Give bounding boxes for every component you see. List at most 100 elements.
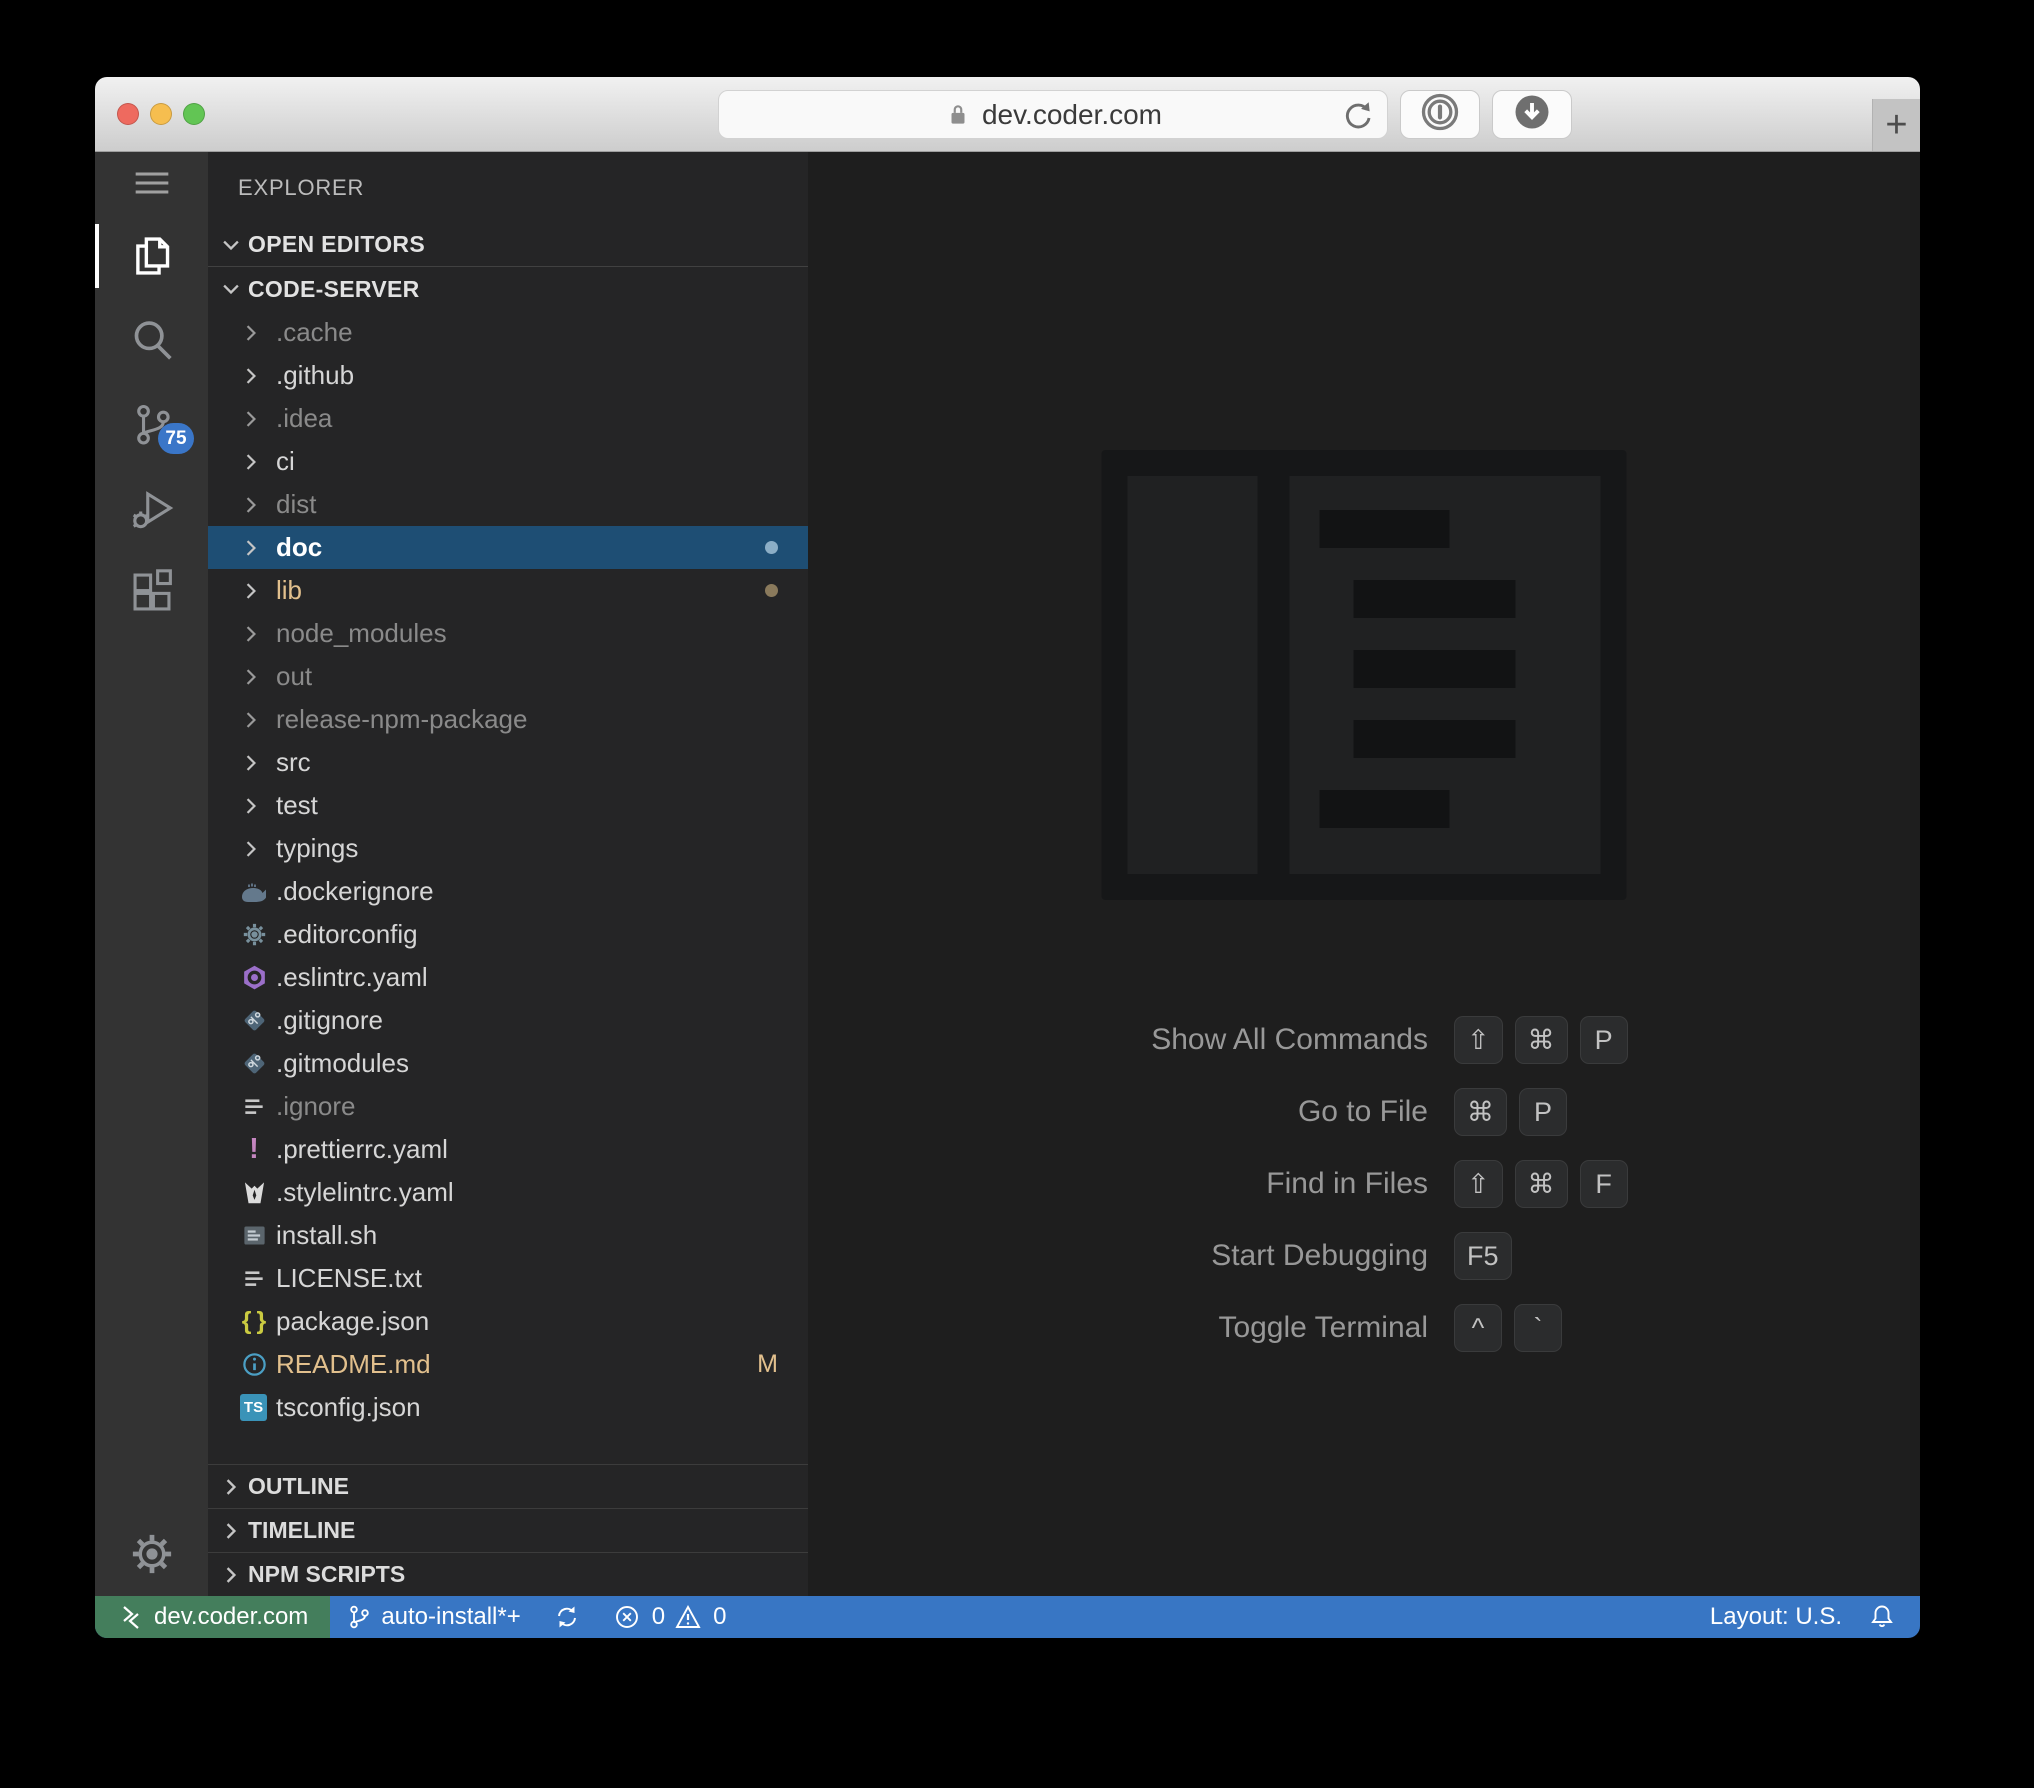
remote-indicator[interactable]: dev.coder.com [95,1596,331,1638]
keyboard-shortcuts-watermark: Show All Commands ⇧ ⌘ P Go to File ⌘ P F… [808,1012,1920,1356]
tree-item-folder[interactable]: release-npm-package [208,698,808,741]
branch-icon [350,1605,370,1629]
warning-icon [675,1605,701,1628]
vscode-workbench: 75 EXPLORER OPEN EDITORS CODE-SERVER .ca… [95,152,1920,1596]
reload-icon[interactable] [1341,98,1375,132]
key-f: F [1579,1160,1628,1208]
bell-icon[interactable] [1868,1602,1896,1632]
onepassword-extension-button[interactable] [1400,90,1480,139]
eslint-icon [240,964,268,992]
sidebar-item-extensions[interactable] [95,550,208,634]
key-shift: ⇧ [1454,1016,1503,1064]
git-icon [240,1007,268,1035]
tree-item-file[interactable]: .gitignore [208,999,808,1042]
modified-dot-badge [765,541,778,554]
pane-npm-scripts[interactable]: NPM SCRIPTS [208,1552,808,1596]
tree-item-file[interactable]: ! .prettierrc.yaml [208,1128,808,1171]
tree-item-folder[interactable]: node_modules [208,612,808,655]
tree-item-folder[interactable]: .github [208,354,808,397]
tree-item-file[interactable]: .stylelintrc.yaml [208,1171,808,1214]
watermark-editor-shape [1289,476,1601,874]
json-braces-icon: { } [241,1307,267,1335]
tree-item-file[interactable]: { } package.json [208,1300,808,1343]
menu-icon [135,172,168,194]
tree-item-file[interactable]: .eslintrc.yaml [208,956,808,999]
key-backtick: ` [1514,1304,1562,1352]
tree-item-folder[interactable]: src [208,741,808,784]
shortcut-row: Start Debugging F5 [808,1228,1920,1284]
tree-item-folder[interactable]: dist [208,483,808,526]
zoom-window-button[interactable] [183,103,205,125]
key-cmd: ⌘ [1454,1088,1507,1136]
chevron-down-icon [223,284,239,295]
tree-item-file[interactable]: LICENSE.txt [208,1257,808,1300]
tree-item-file[interactable]: README.md M [208,1343,808,1386]
editor-area: Show All Commands ⇧ ⌘ P Go to File ⌘ P F… [808,152,1920,1596]
screenshot: dev.coder.com + 75 EXPLORER OPEN EDITORS… [0,0,2034,1788]
sync-button[interactable] [537,1596,597,1638]
tree-item-folder[interactable]: test [208,784,808,827]
minimize-window-button[interactable] [150,103,172,125]
chevron-right-icon [240,838,276,860]
tree-item-folder[interactable]: typings [208,827,808,870]
sidebar-item-explorer[interactable] [95,214,208,298]
error-icon [615,1606,638,1628]
pane-timeline[interactable]: TIMELINE [208,1508,808,1552]
sidebar-item-search[interactable] [95,298,208,382]
new-tab-button[interactable]: + [1872,99,1920,151]
tree-item-folder-selected[interactable]: doc [208,526,808,569]
sidebar-title: EXPLORER [238,174,365,200]
project-root-header[interactable]: CODE-SERVER [208,267,808,311]
watermark-sidebar-shape [1127,476,1258,874]
welcome-watermark [1101,450,1627,900]
chevron-right-icon [240,322,276,344]
pane-outline[interactable]: OUTLINE [208,1464,808,1508]
close-window-button[interactable] [117,103,139,125]
shortcut-row: Go to File ⌘ P [808,1084,1920,1140]
docker-whale-icon [240,878,268,906]
ts-icon: TS [240,1394,267,1421]
chevron-right-icon [240,365,276,387]
prettier-icon: ! [249,1133,259,1165]
shortcut-row: Find in Files ⇧ ⌘ F [808,1156,1920,1212]
tree-item-folder[interactable]: .idea [208,397,808,440]
gear-file-icon [240,921,268,949]
chevron-right-icon [240,623,276,645]
settings-button[interactable] [95,1512,208,1596]
chevron-right-icon [240,752,276,774]
tree-item-folder[interactable]: .cache [208,311,808,354]
tree-item-folder[interactable]: lib [208,569,808,612]
browser-window: dev.coder.com + 75 EXPLORER OPEN EDITORS… [95,77,1920,1638]
download-extension-button[interactable] [1492,90,1572,139]
open-editors-header[interactable]: OPEN EDITORS [208,223,808,267]
problems-status[interactable]: 0 0 [597,1596,743,1638]
tree-item-file[interactable]: .editorconfig [208,913,808,956]
lock-icon [944,101,972,129]
chevron-down-icon [223,240,239,250]
tree-item-file[interactable]: .ignore [208,1085,808,1128]
tree-item-file[interactable]: .dockerignore [208,870,808,913]
key-shift: ⇧ [1454,1160,1503,1208]
tree-item-folder[interactable]: out [208,655,808,698]
git-branch-status[interactable]: auto-install*+ [330,1596,536,1638]
menu-button[interactable] [95,152,208,214]
keyboard-layout-status[interactable]: Layout: U.S. [1710,1603,1842,1631]
sidebar-item-source-control[interactable]: 75 [95,382,208,466]
chevron-right-icon [240,709,276,731]
remote-icon [123,1606,139,1629]
text-lines-icon [240,1093,268,1121]
shell-script-icon [240,1222,268,1250]
tree-item-file[interactable]: .gitmodules [208,1042,808,1085]
tree-item-file[interactable]: install.sh [208,1214,808,1257]
sidebar-item-run-debug[interactable] [95,466,208,550]
key-ctrl: ^ [1454,1304,1502,1352]
info-icon [240,1351,268,1379]
extensions-icon [133,569,172,611]
tree-item-folder[interactable]: ci [208,440,808,483]
tree-item-file[interactable]: TS tsconfig.json [208,1386,808,1429]
files-icon [135,237,169,275]
debug-icon [132,491,173,529]
sync-icon [557,1606,576,1628]
key-p: P [1519,1088,1567,1136]
address-bar[interactable]: dev.coder.com [718,90,1388,139]
